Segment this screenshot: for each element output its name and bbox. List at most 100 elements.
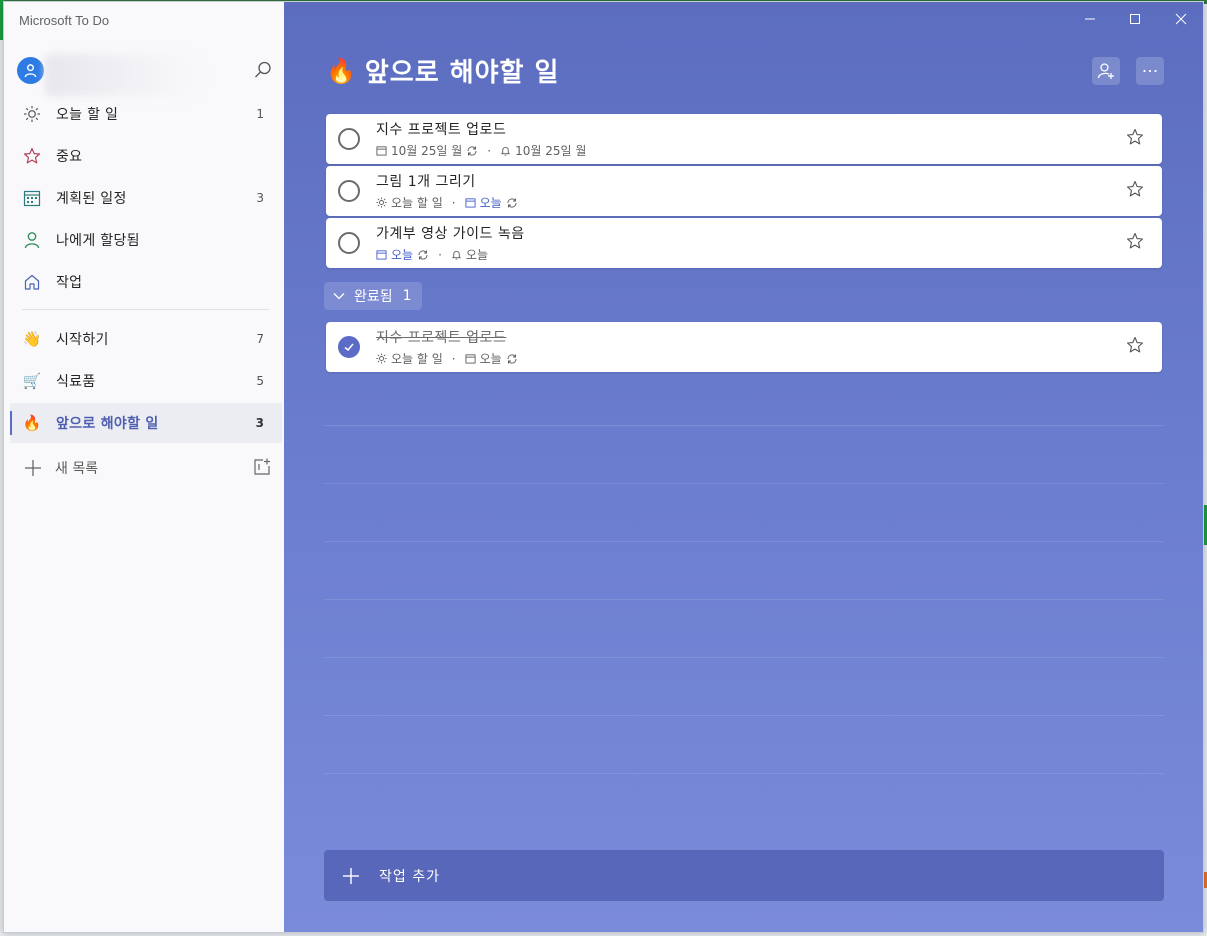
task-title[interactable]: 지수 프로젝트 업로드 [376,119,506,139]
shopping-cart-icon: 🛒 [22,371,42,390]
sidebar-item-count: 5 [256,374,264,388]
calendar-icon [22,188,42,208]
task-my-day: 오늘 할 일 [391,196,443,210]
add-task-label: 작업 추가 [379,868,440,885]
account-row[interactable] [17,54,277,96]
plus-icon [343,867,359,884]
repeat-icon [466,145,478,157]
sidebar-item-label: 계획된 일정 [56,191,127,207]
completed-section-count: 1 [402,288,412,304]
calendar-icon [376,249,387,260]
task-title[interactable]: 그림 1개 그리기 [376,171,476,191]
task-reminder: 10월 25일 월 [515,144,587,158]
importance-star-button[interactable] [1126,232,1146,252]
close-icon [1175,13,1187,25]
chevron-down-icon [333,293,345,300]
close-button[interactable] [1166,8,1196,30]
task-title[interactable]: 가계부 영상 가이드 녹음 [376,223,525,243]
empty-task-lines [324,425,1164,831]
waving-hand-icon: 👋 [22,329,42,348]
sidebar-item-label: 앞으로 해야할 일 [56,416,159,432]
active-indicator [10,411,12,435]
star-icon [1126,232,1144,249]
account-name-blurred [45,54,200,96]
main-panel: 🔥 앞으로 해야할 일 지수 프로젝트 업로드 10월 25일 월 · 10월 … [284,2,1203,932]
importance-star-button[interactable] [1126,336,1146,356]
importance-star-button[interactable] [1126,180,1146,200]
sidebar-item-tasks[interactable]: 작업 [10,262,282,302]
person-icon [22,230,42,250]
plus-icon [25,460,41,476]
task-reminder: 오늘 [465,248,489,262]
add-task-input[interactable]: 작업 추가 [324,850,1164,901]
minimize-icon [1085,18,1095,20]
maximize-icon [1130,14,1140,24]
star-icon [22,146,42,166]
sidebar-item-planned[interactable]: 계획된 일정 3 [10,178,282,218]
completed-section-toggle[interactable]: 완료됨 1 [324,282,422,310]
new-list-label: 새 목록 [55,461,99,477]
sidebar-item-label: 오늘 할 일 [56,107,119,123]
task-complete-checkbox[interactable] [338,232,360,254]
star-icon [1126,336,1144,353]
sidebar-divider [22,309,269,310]
new-group-icon [254,458,270,475]
sidebar-item-label: 중요 [56,149,83,165]
page-title[interactable]: 🔥 앞으로 해야할 일 [326,52,559,89]
bell-icon [500,145,511,156]
app-window: Microsoft To Do 오늘 할 일 1 중요 계획된 일정 3 나에게… [3,1,1204,933]
more-options-button[interactable] [1136,57,1164,85]
sidebar-item-groceries[interactable]: 🛒 식료품 5 [10,361,282,401]
task-complete-checkbox[interactable] [338,180,360,202]
task-item[interactable]: 가계부 영상 가이드 녹음 오늘 · 오늘 [326,218,1162,268]
task-due-date: 오늘 [391,248,414,262]
sun-icon [376,353,387,364]
sidebar-item-upcoming[interactable]: 🔥 앞으로 해야할 일 3 [10,403,282,443]
task-due-date: 오늘 [479,352,502,366]
task-meta: 오늘 할 일 · 오늘 [376,194,518,211]
search-button[interactable] [253,60,275,82]
repeat-icon [417,249,429,261]
completed-task-item[interactable]: 지수 프로젝트 업로드 오늘 할 일 · 오늘 [326,322,1162,372]
task-complete-checkbox[interactable] [338,336,360,358]
task-meta: 오늘 · 오늘 [376,246,488,263]
meta-separator: · [451,195,456,210]
sun-icon [22,104,42,124]
share-list-button[interactable] [1092,57,1120,85]
sidebar-item-important[interactable]: 중요 [10,136,282,176]
sidebar-item-label: 식료품 [56,374,96,390]
sidebar-item-count: 3 [256,191,264,205]
fire-icon: 🔥 [326,56,357,85]
fire-icon: 🔥 [22,413,42,432]
sidebar-item-label: 작업 [56,275,83,291]
calendar-icon [465,353,476,364]
new-list-button[interactable]: 새 목록 [10,448,282,488]
task-item[interactable]: 그림 1개 그리기 오늘 할 일 · 오늘 [326,166,1162,216]
person-icon [24,64,37,78]
sidebar-item-count: 3 [255,416,264,430]
importance-star-button[interactable] [1126,128,1146,148]
sun-icon [376,197,387,208]
home-icon [22,272,42,292]
minimize-button[interactable] [1075,8,1105,30]
avatar[interactable] [17,57,44,84]
completed-section-label: 완료됨 [354,289,393,305]
sidebar-item-count: 7 [256,332,264,346]
meta-separator: · [451,351,456,366]
star-icon [1126,180,1144,197]
app-title: Microsoft To Do [19,13,110,28]
task-complete-checkbox[interactable] [338,128,360,150]
sidebar-item-label: 시작하기 [56,332,109,348]
sidebar: Microsoft To Do 오늘 할 일 1 중요 계획된 일정 3 나에게… [4,2,284,932]
task-title[interactable]: 지수 프로젝트 업로드 [376,327,506,347]
task-due-date: 오늘 [479,196,502,210]
sidebar-item-getting-started[interactable]: 👋 시작하기 7 [10,319,282,359]
sidebar-item-assigned-to-me[interactable]: 나에게 할당됨 [10,220,282,260]
new-group-button[interactable] [252,457,272,477]
task-item[interactable]: 지수 프로젝트 업로드 10월 25일 월 · 10월 25일 월 [326,114,1162,164]
task-due-date: 10월 25일 월 [391,144,463,158]
calendar-icon [376,145,387,156]
star-icon [1126,128,1144,145]
sidebar-item-my-day[interactable]: 오늘 할 일 1 [10,94,282,134]
maximize-button[interactable] [1120,8,1150,30]
